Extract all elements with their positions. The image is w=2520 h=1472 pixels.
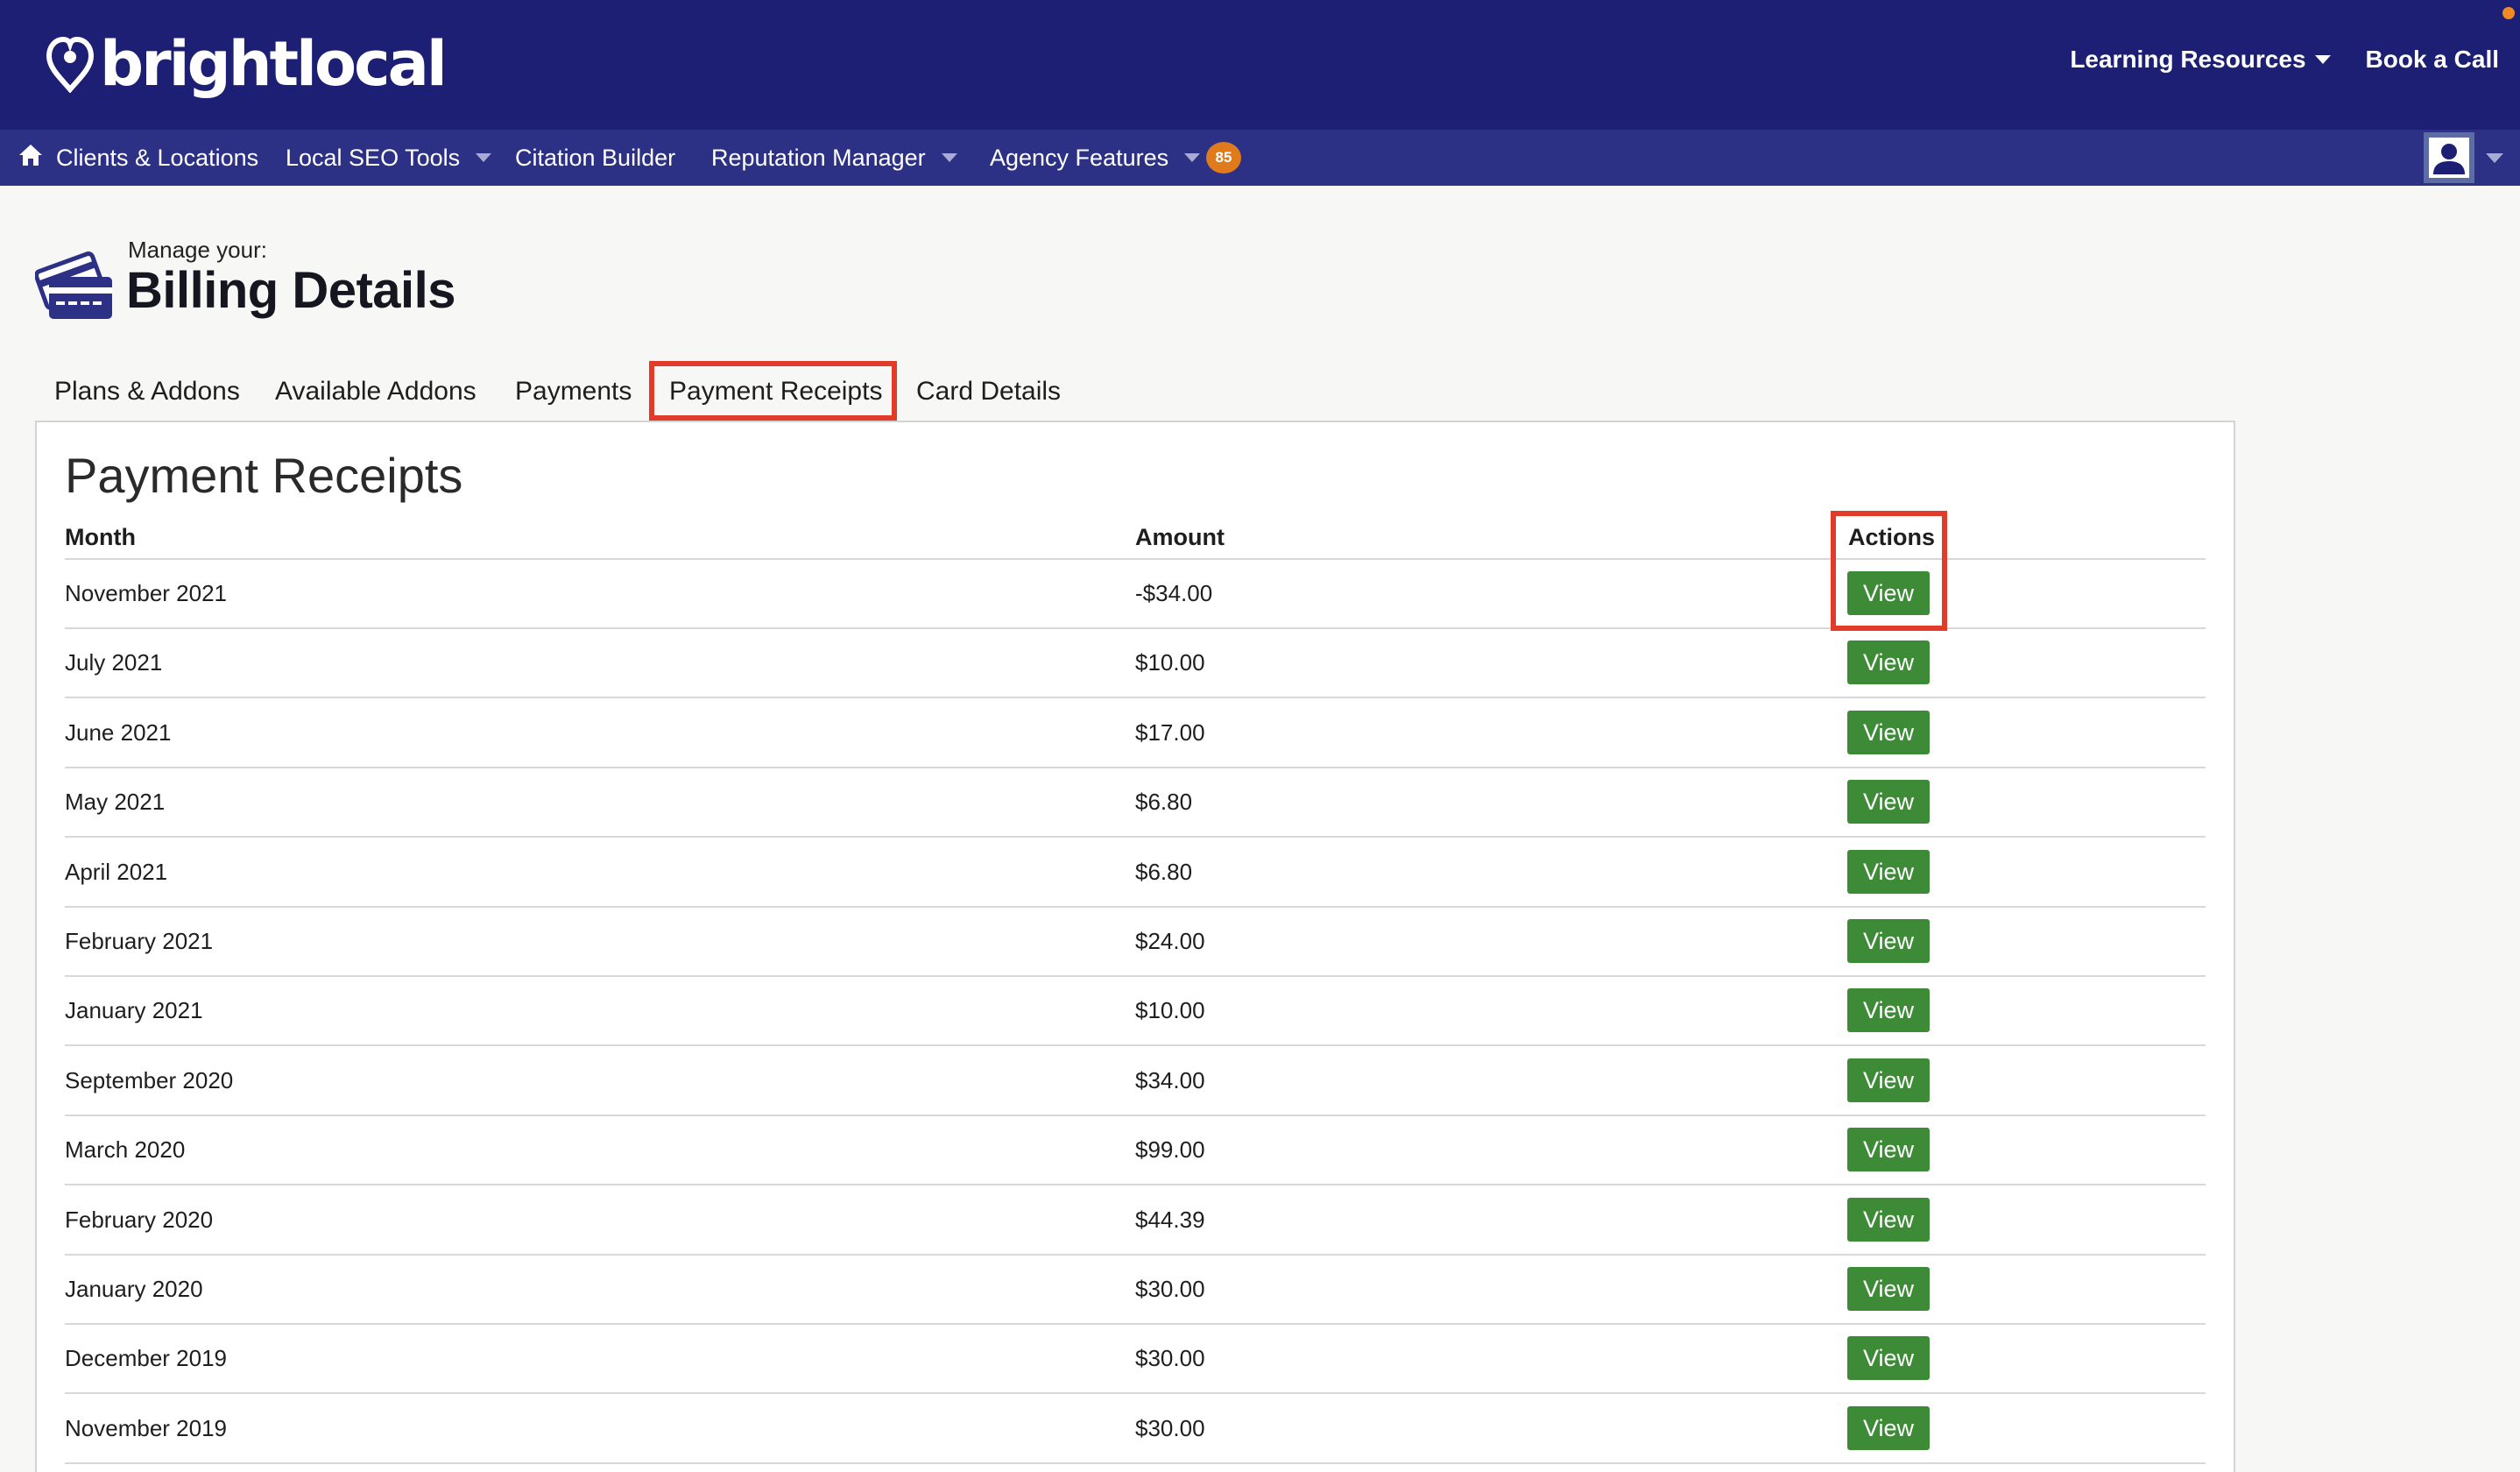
cell-amount: $44.39 bbox=[1135, 1207, 1205, 1233]
chevron-down-icon bbox=[476, 153, 492, 162]
cell-amount: $30.00 bbox=[1135, 1415, 1205, 1441]
book-a-call-label: Book a Call bbox=[2365, 46, 2499, 73]
learning-resources-label: Learning Resources bbox=[2070, 46, 2306, 73]
cell-amount: $30.00 bbox=[1135, 1276, 1205, 1302]
tab-available-addons[interactable]: Available Addons bbox=[275, 377, 476, 407]
table-row: February 2021 $24.00 View bbox=[65, 908, 2206, 977]
brightlocal-logo[interactable]: brightlocal bbox=[44, 26, 448, 102]
cell-amount: $24.00 bbox=[1135, 928, 1205, 954]
credit-cards-icon bbox=[33, 242, 114, 327]
table-row: May 2021 $6.80 View bbox=[65, 768, 2206, 838]
table-row: February 2020 $44.39 View bbox=[65, 1186, 2206, 1256]
notification-count-badge[interactable]: 85 bbox=[1206, 142, 1241, 173]
main-nav: Clients & Locations Local SEO Tools Cita… bbox=[0, 130, 2520, 186]
nav-item-label: Agency Features bbox=[990, 144, 1169, 171]
highlight-box bbox=[1831, 511, 1947, 631]
column-header-amount: Amount bbox=[1135, 524, 1225, 550]
cell-month: March 2020 bbox=[65, 1136, 186, 1163]
page-title: Billing Details bbox=[126, 262, 456, 319]
cell-amount: $10.00 bbox=[1135, 649, 1205, 676]
table-row: January 2020 $30.00 View bbox=[65, 1256, 2206, 1325]
table-row: March 2020 $99.00 View bbox=[65, 1116, 2206, 1185]
table-row: June 2021 $17.00 View bbox=[65, 699, 2206, 768]
nav-item-label: Citation Builder bbox=[515, 144, 676, 171]
view-receipt-button[interactable]: View bbox=[1847, 1198, 1930, 1242]
cell-amount: $17.00 bbox=[1135, 719, 1205, 746]
cell-month: July 2021 bbox=[65, 649, 163, 676]
nav-item-label: Local SEO Tools bbox=[286, 144, 461, 171]
highlight-box bbox=[649, 361, 897, 421]
cell-month: November 2021 bbox=[65, 580, 227, 606]
nav-item-label: Clients & Locations bbox=[56, 144, 259, 171]
view-receipt-button[interactable]: View bbox=[1847, 780, 1930, 824]
view-receipt-button[interactable]: View bbox=[1847, 1267, 1930, 1311]
table-row: December 2019 $30.00 View bbox=[65, 1325, 2206, 1394]
notification-dot bbox=[2502, 7, 2515, 19]
cell-month: November 2019 bbox=[65, 1415, 227, 1441]
user-icon bbox=[2429, 138, 2469, 178]
view-receipt-button[interactable]: View bbox=[1847, 1128, 1930, 1171]
cell-month: June 2021 bbox=[65, 719, 172, 746]
cell-month: September 2020 bbox=[65, 1067, 234, 1093]
chevron-down-icon bbox=[941, 153, 957, 162]
logo-text: brightlocal bbox=[100, 28, 448, 100]
chevron-down-icon bbox=[2314, 55, 2331, 64]
page-subtitle: Manage your: bbox=[128, 237, 267, 263]
book-a-call-link[interactable]: Book a Call bbox=[2366, 46, 2499, 74]
panel-title: Payment Receipts bbox=[65, 448, 463, 503]
cell-amount: $30.00 bbox=[1135, 1345, 1205, 1371]
cell-month: January 2021 bbox=[65, 997, 203, 1023]
cell-month: April 2021 bbox=[65, 859, 168, 885]
nav-item-agency-features[interactable]: Agency Features bbox=[990, 130, 1201, 186]
top-header: brightlocal Learning Resources Book a Ca… bbox=[0, 0, 2520, 130]
tab-card-details[interactable]: Card Details bbox=[916, 377, 1061, 407]
cell-amount: $6.80 bbox=[1135, 859, 1193, 885]
cell-amount: $6.80 bbox=[1135, 789, 1193, 815]
table-row: September 2020 $34.00 View bbox=[65, 1047, 2206, 1116]
view-receipt-button[interactable]: View bbox=[1847, 1058, 1930, 1102]
tab-payments[interactable]: Payments bbox=[515, 377, 632, 407]
cell-amount: -$34.00 bbox=[1135, 580, 1213, 606]
table-row: January 2021 $10.00 View bbox=[65, 977, 2206, 1046]
cell-amount: $99.00 bbox=[1135, 1136, 1205, 1163]
user-avatar-button[interactable] bbox=[2424, 132, 2474, 183]
view-receipt-button[interactable]: View bbox=[1847, 711, 1930, 754]
logo-pin-heart-icon bbox=[46, 36, 95, 93]
column-header-month: Month bbox=[65, 524, 136, 550]
view-receipt-button[interactable]: View bbox=[1847, 1336, 1930, 1380]
cell-amount: $10.00 bbox=[1135, 997, 1205, 1023]
view-receipt-button[interactable]: View bbox=[1847, 919, 1930, 963]
view-receipt-button[interactable]: View bbox=[1847, 988, 1930, 1032]
view-receipt-button[interactable]: View bbox=[1847, 640, 1930, 684]
nav-item-clients-locations[interactable]: Clients & Locations bbox=[18, 130, 258, 186]
learning-resources-link[interactable]: Learning Resources bbox=[2070, 46, 2331, 74]
nav-item-label: Reputation Manager bbox=[711, 144, 926, 171]
cell-month: January 2020 bbox=[65, 1276, 203, 1302]
top-links: Learning Resources Book a Call bbox=[2035, 46, 2499, 74]
cell-month: May 2021 bbox=[65, 789, 166, 815]
nav-item-local-seo-tools[interactable]: Local SEO Tools bbox=[286, 130, 492, 186]
chevron-down-icon[interactable] bbox=[2486, 153, 2503, 163]
cell-month: December 2019 bbox=[65, 1345, 227, 1371]
tab-plans-addons[interactable]: Plans & Addons bbox=[54, 377, 240, 407]
table-row: April 2021 $6.80 View bbox=[65, 839, 2206, 908]
table-row: November 2019 $30.00 View bbox=[65, 1395, 2206, 1464]
cell-month: February 2020 bbox=[65, 1207, 214, 1233]
cell-month: February 2021 bbox=[65, 928, 214, 954]
nav-item-reputation-manager[interactable]: Reputation Manager bbox=[711, 130, 957, 186]
nav-item-citation-builder[interactable]: Citation Builder bbox=[515, 130, 675, 186]
chevron-down-icon bbox=[1184, 153, 1201, 162]
cell-amount: $34.00 bbox=[1135, 1067, 1205, 1093]
table-row: July 2021 $10.00 View bbox=[65, 629, 2206, 698]
view-receipt-button[interactable]: View bbox=[1847, 850, 1930, 894]
home-icon bbox=[18, 142, 56, 174]
view-receipt-button[interactable]: View bbox=[1847, 1406, 1930, 1450]
